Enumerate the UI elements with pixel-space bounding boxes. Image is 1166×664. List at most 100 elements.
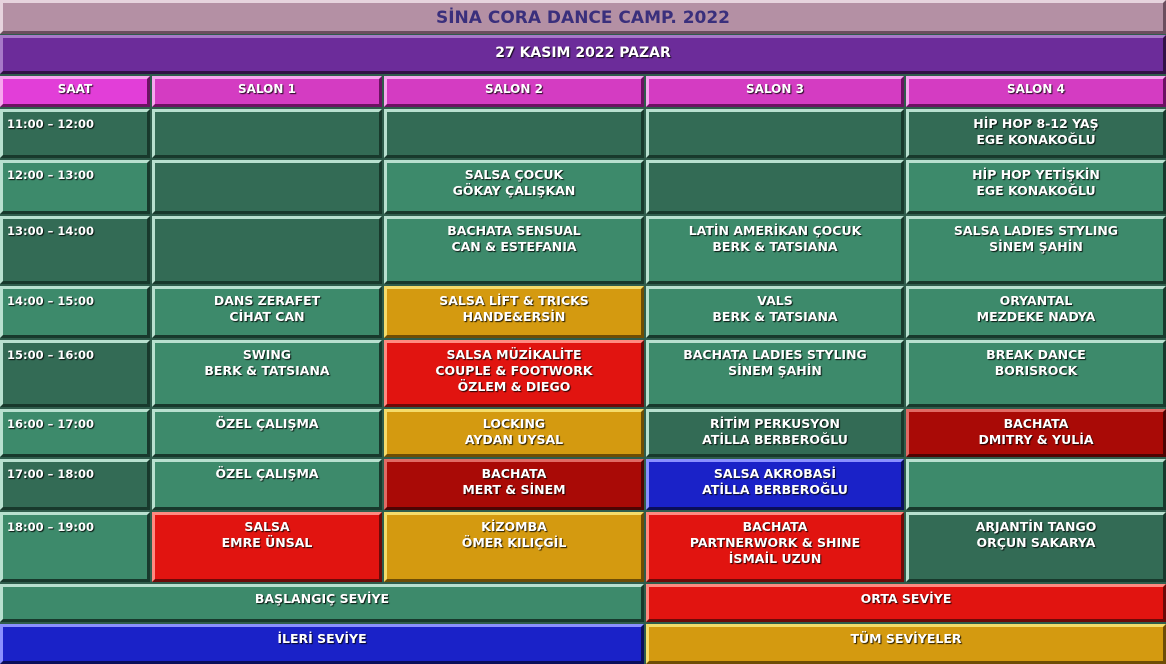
class-cell: ARJANTİN TANGO ORÇUN SAKARYA <box>906 512 1166 582</box>
class-cell-line-1: BACHATA <box>742 519 808 534</box>
class-cell-line-1: SALSA ÇOCUK <box>464 167 564 182</box>
class-cell: ÖZEL ÇALIŞMA <box>152 459 382 510</box>
time-slot: 12:00 – 13:00 <box>0 160 150 214</box>
class-cell-line-3: ÖZLEM & DIEGO <box>457 379 571 394</box>
empty-cell <box>384 109 644 158</box>
class-cell-line-2: ORÇUN SAKARYA <box>976 535 1096 550</box>
class-cell-line-1: SALSA LADIES STYLING <box>953 223 1119 238</box>
time-slot: 14:00 – 15:00 <box>0 286 150 338</box>
class-cell-line-1: BREAK DANCE <box>986 347 1086 362</box>
class-cell-line-1: SALSA MÜZİKALİTE <box>446 347 582 362</box>
legend-intermediate-label: ORTA SEVİYE <box>860 591 952 606</box>
class-cell: SALSA MÜZİKALİTE COUPLE & FOOTWORK ÖZLEM &… <box>384 340 644 407</box>
class-cell-line-1: BACHATA <box>481 466 547 481</box>
class-cell-line-1: ARJANTİN TANGO <box>975 519 1097 534</box>
time-slot: 16:00 – 17:00 <box>0 409 150 457</box>
class-cell-line-2: BERK & TATSIANA <box>204 363 330 378</box>
header-salon-2-label-line-1: SALON 2 <box>485 82 543 96</box>
class-cell: DANS ZERAFET CİHAT CAN <box>152 286 382 338</box>
empty-cell <box>152 109 382 158</box>
class-cell: HİP HOP 8-12 YAŞ EGE KONAKOĞLU <box>906 109 1166 158</box>
class-cell-line-2: BERK & TATSIANA <box>712 309 838 324</box>
class-cell-line-2: COUPLE & FOOTWORK <box>435 363 593 378</box>
class-cell-line-2: CAN & ESTEFANIA <box>451 239 577 254</box>
title-bar: SİNA CORA DANCE CAMP. 2022 <box>0 0 1166 34</box>
class-cell-line-1: BACHATA <box>1003 416 1069 431</box>
header-saat: SAAT <box>0 76 150 107</box>
class-cell-line-2: EGE KONAKOĞLU <box>976 132 1096 147</box>
class-cell-line-2: GÖKAY ÇALIŞKAN <box>452 183 576 198</box>
legend-beginner-label: BAŞLANGIÇ SEVİYE <box>254 591 390 606</box>
class-cell-line-2: MEZDEKE NADYA <box>976 309 1096 324</box>
page-date: 27 KASIM 2022 PAZAR <box>495 45 671 61</box>
class-cell-line-2: PARTNERWORK & SHINE <box>689 535 861 550</box>
class-cell: SALSA AKROBASİ ATİLLA BERBEROĞLU <box>646 459 904 510</box>
class-cell: LATİN AMERİKAN ÇOCUK BERK & TATSIANA <box>646 216 904 284</box>
time-slot: 11:00 – 12:00 <box>0 109 150 158</box>
legend-advanced-label: İLERİ SEVİYE <box>277 631 367 646</box>
class-cell: BREAK DANCE BORISROCK <box>906 340 1166 407</box>
class-cell-line-2: EGE KONAKOĞLU <box>976 183 1096 198</box>
class-cell: KİZOMBA ÖMER KILIÇGİL <box>384 512 644 582</box>
header-salon-3: SALON 3 <box>646 76 904 107</box>
class-cell-line-1: SALSA LİFT & TRICKS <box>439 293 589 308</box>
time-slot-label-line-1: 14:00 – 15:00 <box>7 294 94 308</box>
class-cell: BACHATA LADIES STYLING SİNEM ŞAHİN <box>646 340 904 407</box>
class-cell-line-1: HİP HOP 8-12 YAŞ <box>973 116 1099 131</box>
class-cell: ÖZEL ÇALIŞMA <box>152 409 382 457</box>
legend-beginner: BAŞLANGIÇ SEVİYE <box>0 584 644 622</box>
class-cell: SALSA ÇOCUK GÖKAY ÇALIŞKAN <box>384 160 644 214</box>
class-cell-line-1: BACHATA LADIES STYLING <box>683 347 867 362</box>
class-cell-line-1: LATİN AMERİKAN ÇOCUK <box>688 223 862 238</box>
class-cell-line-2: ATİLLA BERBEROĞLU <box>702 432 848 447</box>
time-slot: 18:00 – 19:00 <box>0 512 150 582</box>
class-cell-line-1: SALSA AKROBASİ <box>713 466 837 481</box>
class-cell-line-1: SALSA <box>244 519 290 534</box>
header-salon-3-label-line-1: SALON 3 <box>746 82 804 96</box>
class-cell: SALSA LİFT & TRICKS HANDE&ERSİN <box>384 286 644 338</box>
header-salon-2: SALON 2 <box>384 76 644 107</box>
header-salon-1-label-line-1: SALON 1 <box>238 82 296 96</box>
time-slot-label-line-1: 17:00 – 18:00 <box>7 467 94 481</box>
class-cell: ORYANTAL MEZDEKE NADYA <box>906 286 1166 338</box>
class-cell-line-2: ÖMER KILIÇGİL <box>461 535 567 550</box>
time-slot-label-line-1: 13:00 – 14:00 <box>7 224 94 238</box>
class-cell: BACHATA DMITRY & YULİA <box>906 409 1166 457</box>
time-slot: 13:00 – 14:00 <box>0 216 150 284</box>
time-slot-label-line-1: 16:00 – 17:00 <box>7 417 94 431</box>
class-cell-line-2: ATİLLA BERBEROĞLU <box>702 482 848 497</box>
empty-cell <box>646 160 904 214</box>
time-slot-label-line-1: 11:00 – 12:00 <box>7 117 94 131</box>
legend-intermediate: ORTA SEVİYE <box>646 584 1166 622</box>
legend-all-levels: TÜM SEVİYELER <box>646 624 1166 664</box>
empty-cell <box>152 216 382 284</box>
time-slot: 17:00 – 18:00 <box>0 459 150 510</box>
class-cell-line-1: RİTİM PERKUSYON <box>710 416 840 431</box>
header-salon-1: SALON 1 <box>152 76 382 107</box>
class-cell-line-1: ÖZEL ÇALIŞMA <box>215 466 319 481</box>
class-cell-line-2: BERK & TATSIANA <box>712 239 838 254</box>
class-cell-line-2: HANDE&ERSİN <box>462 309 566 324</box>
header-salon-4: SALON 4 <box>906 76 1166 107</box>
class-cell-line-1: DANS ZERAFET <box>213 293 321 308</box>
class-cell: SALSA EMRE ÜNSAL <box>152 512 382 582</box>
class-cell-line-2: SİNEM ŞAHİN <box>728 363 822 378</box>
class-cell: SALSA LADIES STYLING SİNEM ŞAHİN <box>906 216 1166 284</box>
class-cell-line-1: ÖZEL ÇALIŞMA <box>215 416 319 431</box>
class-cell-line-1: KİZOMBA <box>481 519 547 534</box>
class-cell: VALS BERK & TATSIANA <box>646 286 904 338</box>
class-cell-line-2: AYDAN UYSAL <box>464 432 564 447</box>
class-cell: SWING BERK & TATSIANA <box>152 340 382 407</box>
class-cell-line-1: SWING <box>242 347 292 362</box>
class-cell: BACHATA MERT & SİNEM <box>384 459 644 510</box>
class-cell-line-2: SİNEM ŞAHİN <box>989 239 1083 254</box>
class-cell-line-1: HİP HOP YETİŞKİN <box>972 167 1100 182</box>
class-cell-line-1: ORYANTAL <box>999 293 1073 308</box>
class-cell-line-2: CİHAT CAN <box>229 309 305 324</box>
time-slot: 15:00 – 16:00 <box>0 340 150 407</box>
class-cell-line-2: BORISROCK <box>994 363 1078 378</box>
legend-all-levels-label: TÜM SEVİYELER <box>850 631 962 646</box>
class-cell-line-1: VALS <box>757 293 793 308</box>
class-cell-line-1: BACHATA SENSUAL <box>447 223 581 238</box>
class-cell-line-2: EMRE ÜNSAL <box>221 535 313 550</box>
